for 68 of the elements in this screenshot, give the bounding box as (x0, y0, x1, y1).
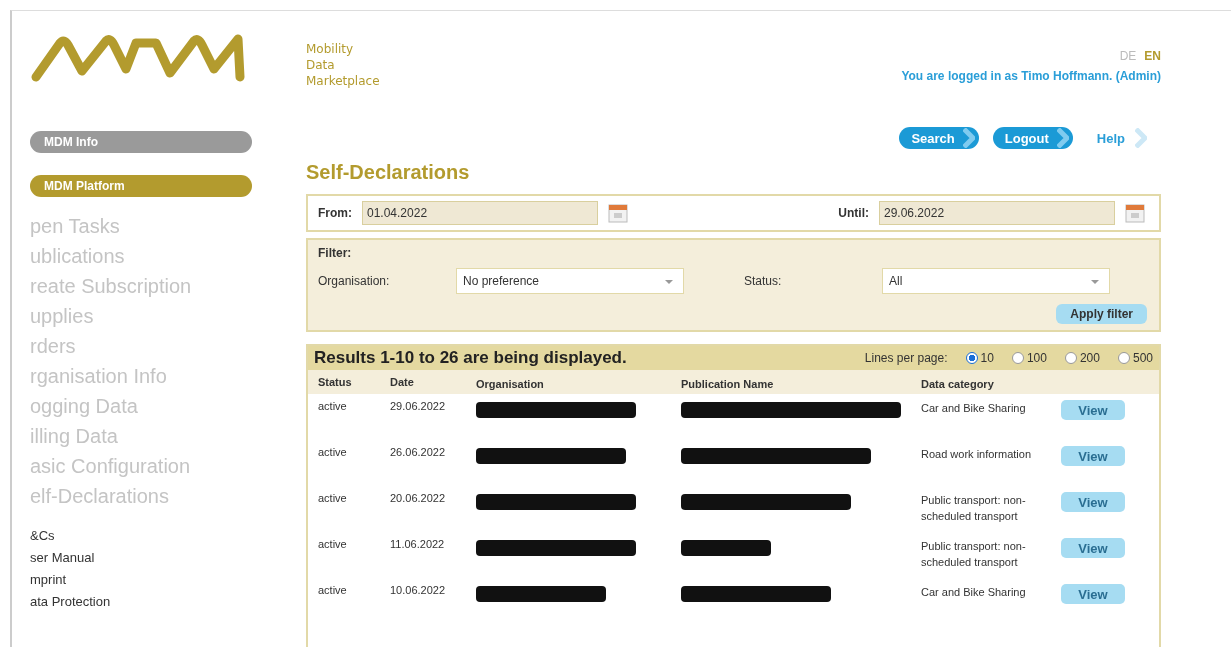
chevron-icon (1056, 128, 1069, 148)
table-cell-text: active (318, 492, 348, 504)
calendar-icon[interactable] (608, 203, 628, 223)
status-dropdown[interactable]: All (882, 268, 1110, 294)
field-label: From: (318, 206, 352, 220)
chevron-icon (962, 128, 975, 148)
nav-button[interactable]: Logout (992, 127, 1073, 149)
field-label: Status: (744, 274, 783, 288)
footer-link[interactable]: mprint (30, 569, 292, 591)
tagline-text: Data (306, 57, 336, 73)
view-button[interactable]: View (1061, 492, 1125, 512)
column-header: Publication Name (681, 377, 775, 390)
field-label: Until: (838, 206, 869, 220)
radio-button[interactable] (1117, 352, 1130, 364)
view-button[interactable]: View (1061, 400, 1125, 420)
table-cell-text: active (318, 584, 348, 596)
footer-link[interactable]: ser Manual (30, 547, 292, 569)
column-header: Organisation (476, 377, 545, 390)
table-cell-text: Public transport: non-scheduled transport (921, 539, 1027, 570)
tagline-text: Marketplace (306, 73, 380, 89)
table-cell-text: Public transport: non-scheduled transport (921, 493, 1027, 524)
sidebar-section-tab[interactable]: MDM Platform (30, 175, 252, 197)
sidebar-section-tab[interactable]: MDM Info (30, 131, 252, 153)
language-link[interactable]: EN (1144, 49, 1161, 63)
lines-per-page-option[interactable]: 200 (1064, 351, 1100, 365)
column-header: Date (390, 376, 415, 388)
lines-per-page-label: Lines per page: (864, 351, 948, 365)
organisation-dropdown[interactable]: No preference (456, 268, 684, 294)
field-label: Organisation: (318, 274, 391, 288)
lines-per-page-option[interactable]: 100 (1011, 351, 1047, 365)
table-cell-text: 10.06.2022 (390, 584, 447, 596)
table-cell-text: 20.06.2022 (390, 492, 447, 504)
footer-link[interactable]: &Cs (30, 525, 292, 547)
language-link[interactable]: DE (1119, 49, 1137, 63)
caret-icon (1091, 280, 1099, 284)
table-cell-text: Car and Bike Sharing (921, 585, 1027, 600)
view-button[interactable]: View (1061, 446, 1125, 466)
login-status-text: You are logged in as Timo Hoffmann. (Admin) (901, 69, 1161, 83)
caret-icon (665, 280, 673, 284)
date-field[interactable]: 01.04.2022 (362, 201, 598, 225)
footer-link[interactable]: ata Protection (30, 591, 292, 613)
table-cell-text: 29.06.2022 (390, 400, 447, 412)
column-header: Status (318, 376, 353, 388)
table-cell-text: active (318, 446, 348, 458)
results-summary: Results 1-10 to 26 are being displayed. (314, 348, 628, 368)
table-cell-text: active (318, 538, 348, 550)
table-cell-text: Road work information (921, 447, 1033, 462)
radio-button[interactable] (1011, 352, 1024, 364)
table-cell-text: 11.06.2022 (390, 538, 446, 550)
calendar-icon[interactable] (1125, 203, 1145, 223)
view-button[interactable]: View (1061, 538, 1125, 558)
page-title: Self-Declarations (306, 161, 471, 184)
chevron-icon (1135, 128, 1147, 148)
help-link[interactable]: Help (1096, 128, 1147, 148)
radio-button[interactable] (1064, 352, 1077, 364)
column-header: Data category (921, 377, 995, 392)
lines-per-page-option[interactable]: 500 (1117, 351, 1153, 365)
nav-button[interactable]: Search (899, 127, 979, 149)
lines-per-page-option[interactable]: 10 (965, 351, 994, 365)
table-cell-text: Car and Bike Sharing (921, 401, 1027, 416)
apply-filter-button[interactable]: Apply filter (1056, 304, 1147, 324)
tagline-text: Mobility (306, 41, 355, 57)
table-cell-text: active (318, 400, 348, 412)
radio-button[interactable] (965, 352, 978, 364)
view-button[interactable]: View (1061, 584, 1125, 604)
date-field[interactable]: 29.06.2022 (879, 201, 1115, 225)
filter-heading: Filter: (318, 246, 353, 260)
table-cell-text: 26.06.2022 (390, 446, 447, 458)
